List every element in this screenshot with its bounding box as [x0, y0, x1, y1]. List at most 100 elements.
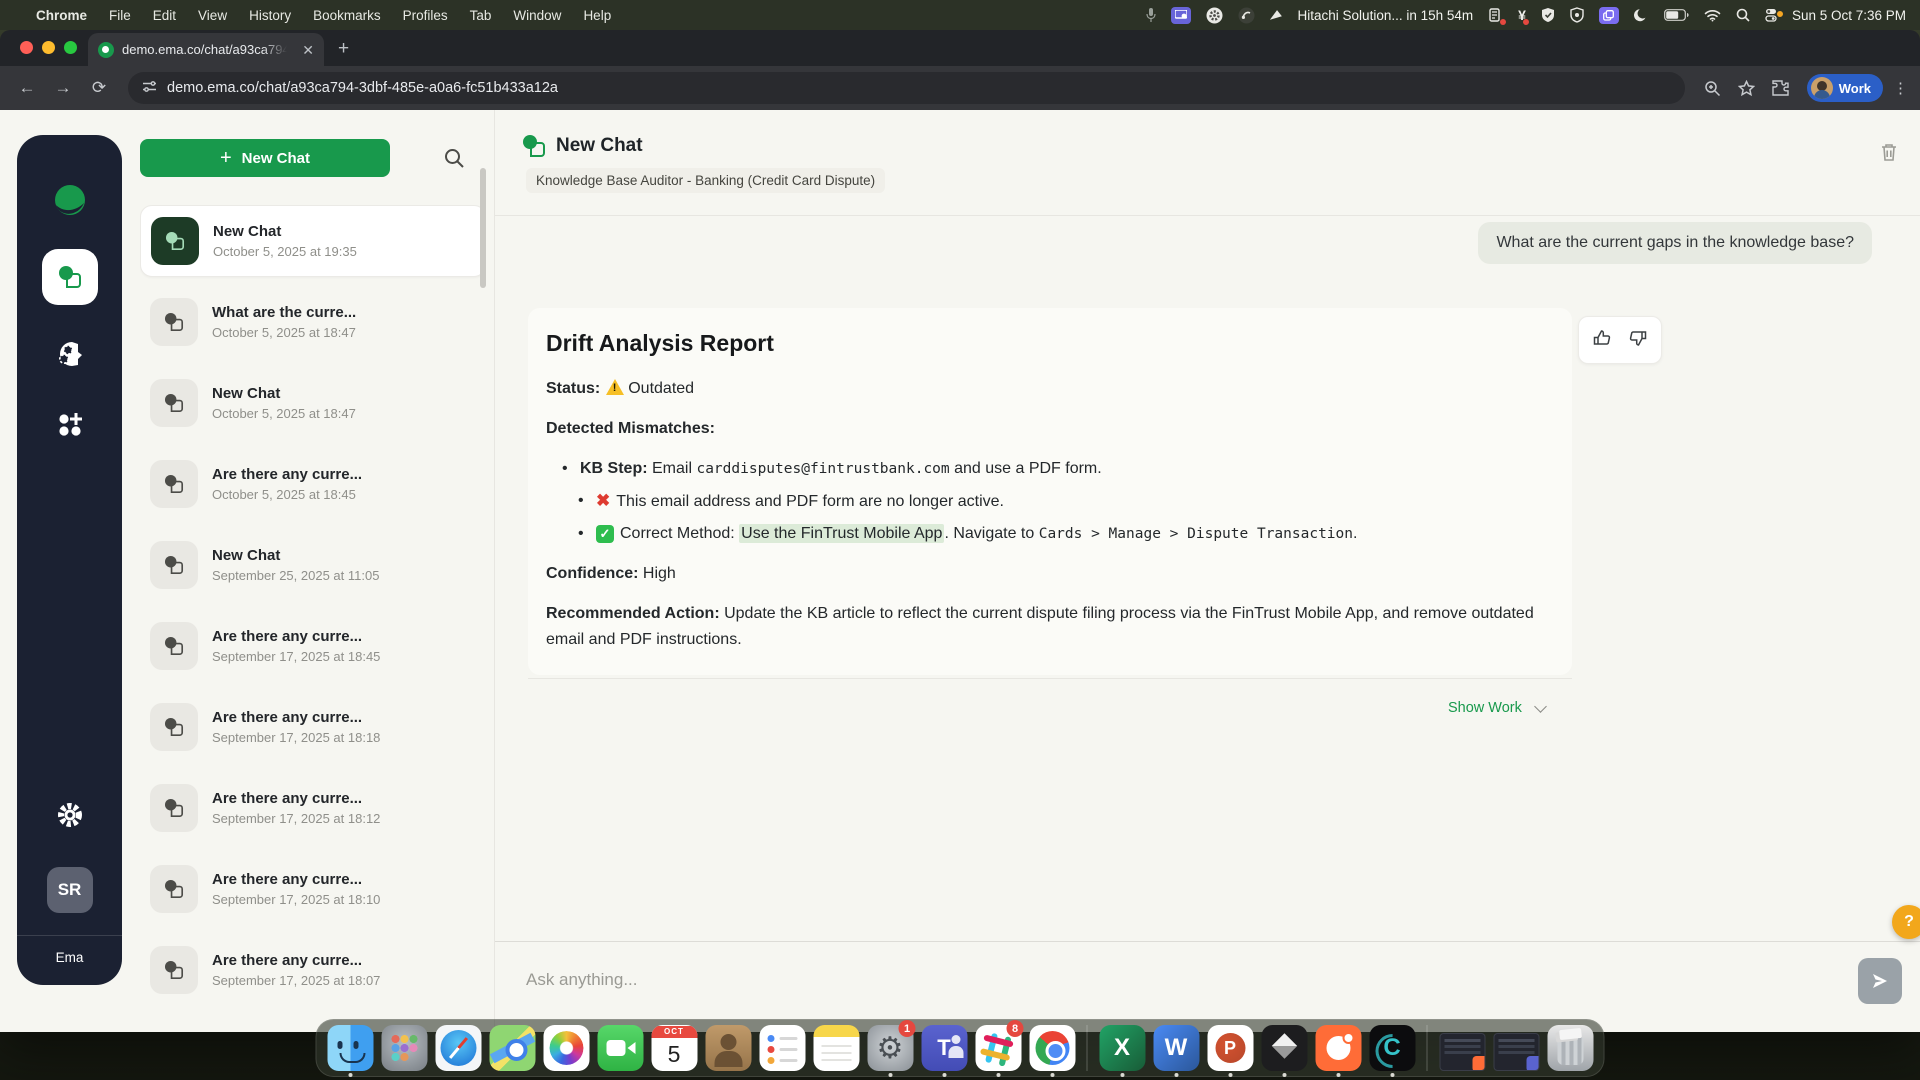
nav-agents[interactable] — [50, 335, 90, 375]
chat-list-item[interactable]: Are there any curre... September 17, 202… — [140, 853, 486, 925]
dock-trash-icon[interactable] — [1547, 1025, 1594, 1071]
browser-menu-icon[interactable]: ⋮ — [1893, 79, 1908, 97]
menu-history[interactable]: History — [249, 8, 291, 23]
chat-list-scrollbar[interactable] — [480, 168, 486, 288]
chat-list-item[interactable]: Are there any curre... September 17, 202… — [140, 691, 486, 763]
profile-chip[interactable]: Work — [1807, 74, 1883, 102]
dock-excel-icon[interactable]: X — [1099, 1025, 1146, 1071]
screen-share-icon[interactable] — [1171, 7, 1191, 24]
menu-help[interactable]: Help — [583, 8, 611, 23]
chat-list-item[interactable]: New Chat October 5, 2025 at 18:47 — [140, 367, 486, 439]
zoom-page-icon[interactable] — [1699, 74, 1727, 102]
chat-list-item[interactable]: What are the curre... October 5, 2025 at… — [140, 286, 486, 358]
forward-button[interactable]: → — [48, 73, 78, 103]
dock-facetime-icon[interactable] — [597, 1025, 644, 1071]
chat-list-item[interactable]: Are there any curre... September 17, 202… — [140, 610, 486, 682]
dock-launchpad-icon[interactable] — [381, 1025, 428, 1071]
shield-check-icon[interactable] — [1541, 6, 1555, 24]
chat-list-item[interactable]: New Chat September 25, 2025 at 11:05 — [140, 529, 486, 601]
battery-icon[interactable] — [1664, 6, 1689, 24]
dock-unity-icon[interactable] — [1261, 1025, 1308, 1071]
extensions-puzzle-icon[interactable] — [1767, 74, 1795, 102]
chat-item-icon — [151, 217, 199, 265]
fast-user-switch-icon[interactable] — [1765, 6, 1777, 24]
chat-list-item[interactable]: Are there any curre... October 5, 2025 a… — [140, 448, 486, 520]
spotlight-search-icon[interactable] — [1736, 6, 1750, 24]
dock-photos-icon[interactable] — [543, 1025, 590, 1071]
dock-maps-icon[interactable] — [489, 1025, 536, 1071]
window-zoom-button[interactable] — [64, 41, 77, 54]
message-input[interactable] — [526, 970, 1726, 990]
menubar-clock[interactable]: Sun 5 Oct 7:36 PM — [1792, 8, 1906, 23]
browser-toolbar: ← → ⟳ demo.ema.co/chat/a93ca794-3dbf-485… — [0, 66, 1920, 110]
dock-safari-icon[interactable] — [435, 1025, 482, 1071]
window-close-button[interactable] — [20, 41, 33, 54]
menu-profiles[interactable]: Profiles — [403, 8, 448, 23]
nav-apps-add[interactable] — [50, 405, 90, 445]
agent-context-pill[interactable]: Knowledge Base Auditor - Banking (Credit… — [526, 168, 885, 193]
macos-menubar: Chrome File Edit View History Bookmarks … — [0, 0, 1920, 30]
tab-close-icon[interactable]: ✕ — [302, 43, 314, 57]
correct-method-end: . — [1353, 525, 1357, 542]
gear-app-icon[interactable] — [1206, 6, 1223, 24]
ema-logo[interactable] — [48, 179, 92, 223]
dock-chrome-icon[interactable] — [1029, 1025, 1076, 1071]
search-chats-icon[interactable] — [442, 146, 468, 172]
dock-calendar-icon[interactable]: OCT5 — [651, 1025, 698, 1071]
menu-file[interactable]: File — [109, 8, 131, 23]
browser-tab[interactable]: demo.ema.co/chat/a93ca794 ✕ — [88, 33, 324, 66]
chat-list-item[interactable]: New Chat October 5, 2025 at 19:35 — [140, 205, 486, 277]
window-minimize-button[interactable] — [42, 41, 55, 54]
chat-list-item[interactable]: Are there any curre... September 17, 202… — [140, 772, 486, 844]
menu-edit[interactable]: Edit — [153, 8, 176, 23]
meeting-countdown[interactable]: Hitachi Solution... in 15h 54m — [1298, 8, 1474, 23]
dock-settings-icon[interactable]: ⚙1 — [867, 1025, 914, 1071]
dock-reminders-icon[interactable] — [759, 1025, 806, 1071]
user-avatar[interactable]: SR — [47, 867, 93, 913]
shield-icon[interactable] — [1570, 6, 1584, 24]
dock-minimized-window-postman-icon[interactable] — [1439, 1025, 1486, 1071]
dock-contacts-icon[interactable] — [705, 1025, 752, 1071]
new-chat-button[interactable]: + New Chat — [140, 139, 390, 177]
feedback-card — [1578, 316, 1662, 364]
dock-divider — [1427, 1025, 1428, 1071]
menu-view[interactable]: View — [198, 8, 227, 23]
dock-slack-icon[interactable]: 8 — [975, 1025, 1022, 1071]
new-tab-button[interactable]: + — [338, 38, 349, 60]
dock-teams-icon[interactable]: T — [921, 1025, 968, 1071]
focus-moon-icon[interactable] — [1634, 6, 1649, 24]
menu-chrome[interactable]: Chrome — [36, 8, 87, 23]
dock-minimized-window-teams-icon[interactable] — [1493, 1025, 1540, 1071]
correct-method-item: ✓Correct Method: Use the FinTrust Mobile… — [578, 521, 1546, 547]
site-settings-icon[interactable] — [142, 79, 157, 98]
bookmark-star-icon[interactable] — [1733, 74, 1761, 102]
help-widget-button[interactable]: ? — [1892, 905, 1920, 939]
dock-notes-icon[interactable] — [813, 1025, 860, 1071]
dock-powerpoint-icon[interactable]: P — [1207, 1025, 1254, 1071]
back-button[interactable]: ← — [12, 73, 42, 103]
thumbs-down-icon[interactable] — [1629, 329, 1647, 352]
clipboard-app-icon[interactable] — [1599, 7, 1619, 24]
wifi-icon[interactable] — [1704, 6, 1721, 24]
settings-gear-icon[interactable] — [50, 795, 90, 835]
show-work-toggle[interactable]: Show Work — [1448, 700, 1545, 716]
menu-bookmarks[interactable]: Bookmarks — [313, 8, 381, 23]
dock-word-icon[interactable]: W — [1153, 1025, 1200, 1071]
dock-finder-icon[interactable] — [327, 1025, 374, 1071]
thumbs-up-icon[interactable] — [1593, 329, 1611, 352]
yen-app-icon[interactable]: ¥ — [1518, 6, 1526, 24]
utility-app-icon[interactable] — [1238, 6, 1255, 24]
microphone-icon[interactable] — [1146, 6, 1156, 24]
menu-tab[interactable]: Tab — [470, 8, 492, 23]
reload-button[interactable]: ⟳ — [84, 73, 114, 103]
scanner-icon[interactable] — [1488, 6, 1503, 24]
nav-chats-selected[interactable] — [42, 249, 98, 305]
send-button[interactable] — [1858, 958, 1902, 1004]
delete-chat-icon[interactable] — [1880, 142, 1898, 167]
calendar-notch-icon[interactable] — [1270, 6, 1283, 24]
address-bar[interactable]: demo.ema.co/chat/a93ca794-3dbf-485e-a0a6… — [128, 72, 1685, 104]
menu-window[interactable]: Window — [513, 8, 561, 23]
dock-camtasia-icon[interactable]: C — [1369, 1025, 1416, 1071]
chat-list-item[interactable]: Are there any curre... September 17, 202… — [140, 934, 486, 1006]
dock-postman-icon[interactable] — [1315, 1025, 1362, 1071]
